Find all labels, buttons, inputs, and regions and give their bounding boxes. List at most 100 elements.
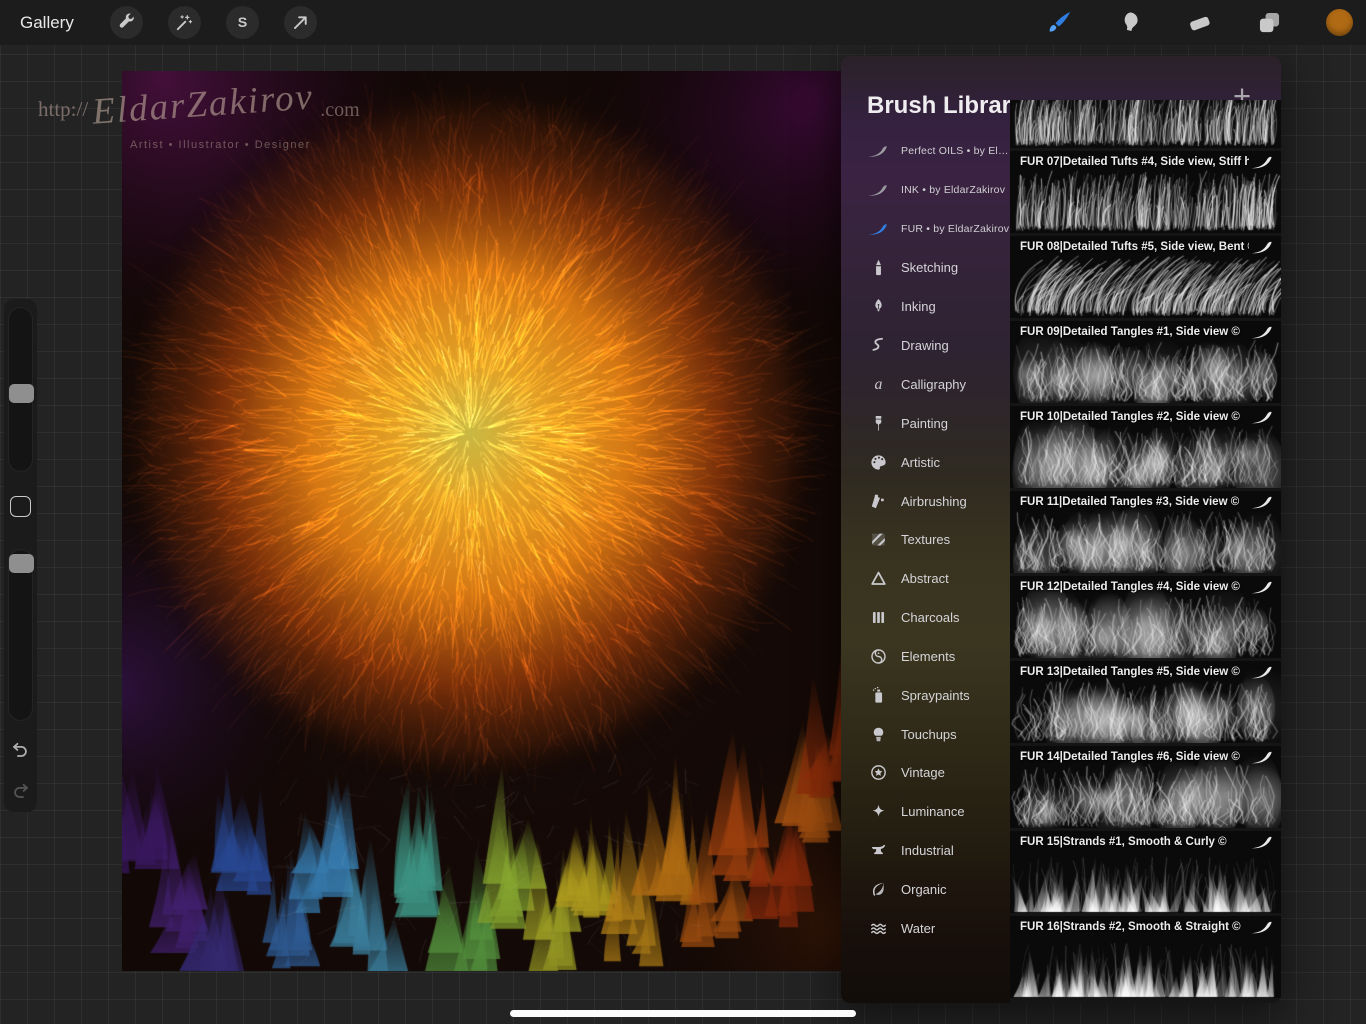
brush-set-label: INK • by EldarZakirov [901, 184, 1005, 196]
category-sketching[interactable]: Sketching [841, 249, 1010, 288]
drawing-canvas[interactable] [122, 71, 841, 971]
brush-item-fur-7[interactable]: FUR 07|Detailed Tufts #4, Side view, Sti… [1010, 151, 1281, 233]
category-textures[interactable]: Textures [841, 520, 1010, 559]
category-label: Textures [901, 532, 950, 547]
brush-item-fur-15[interactable]: FUR 15|Strands #1, Smooth & Curly © [1010, 831, 1281, 913]
category-label: Abstract [901, 571, 949, 586]
squiggle-icon [867, 336, 889, 355]
brush-item-fur-14[interactable]: FUR 14|Detailed Tangles #6, Side view © [1010, 746, 1281, 828]
brush-size-slider[interactable] [8, 307, 33, 472]
redo-button[interactable] [10, 780, 31, 801]
brush-item-fur-9[interactable]: FUR 09|Detailed Tangles #1, Side view © [1010, 321, 1281, 403]
category-spraypaints[interactable]: Spraypaints [841, 676, 1010, 715]
category-industrial[interactable]: Industrial [841, 831, 1010, 870]
brush-stroke-icon [1250, 665, 1274, 680]
category-elements[interactable]: Elements [841, 637, 1010, 676]
brush-name: FUR 10|Detailed Tangles #2, Side view © [1020, 411, 1249, 423]
letter-a-icon: a [867, 375, 889, 394]
category-touchups[interactable]: Touchups [841, 715, 1010, 754]
category-water[interactable]: Water [841, 909, 1010, 948]
brush-opacity-handle[interactable] [9, 554, 34, 573]
toolbar-right-tools [1046, 9, 1284, 37]
category-inking[interactable]: Inking [841, 287, 1010, 326]
transform-button[interactable] [284, 6, 317, 39]
category-drawing[interactable]: Drawing [841, 326, 1010, 365]
brush-item-fur-10[interactable]: FUR 10|Detailed Tangles #2, Side view © [1010, 406, 1281, 488]
brush-item-fur-16[interactable]: FUR 16|Strands #2, Smooth & Straight © [1010, 916, 1281, 998]
category-calligraphy[interactable]: aCalligraphy [841, 365, 1010, 404]
category-label: Charcoals [901, 610, 960, 625]
brush-size-handle[interactable] [9, 384, 34, 403]
active-color-swatch[interactable] [1326, 9, 1353, 36]
brush-stroke-icon [1250, 750, 1274, 765]
category-label: Industrial [901, 843, 954, 858]
brush-name: FUR 16|Strands #2, Smooth & Straight © [1020, 921, 1249, 933]
erase-button[interactable] [1186, 9, 1214, 37]
paint-brush-icon [1046, 9, 1074, 37]
category-charcoals[interactable]: Charcoals [841, 598, 1010, 637]
brush-name: FUR 08|Detailed Tufts #5, Side view, Ben… [1020, 241, 1249, 253]
category-painting[interactable]: Painting [841, 404, 1010, 443]
category-organic[interactable]: Organic [841, 870, 1010, 909]
brush-set-label: Perfect OILS • by Eld… [901, 145, 1010, 157]
brush-item-partial[interactable] [1010, 100, 1281, 148]
pencil-icon [867, 258, 889, 277]
toolbar-right-group [1046, 0, 1366, 45]
brush-set-label: FUR • by EldarZakirov [901, 223, 1009, 235]
brush-item-fur-11[interactable]: FUR 11|Detailed Tangles #3, Side view © [1010, 491, 1281, 573]
brush-name: FUR 13|Detailed Tangles #5, Side view © [1020, 666, 1249, 678]
brush-name: FUR 12|Detailed Tangles #4, Side view © [1020, 581, 1249, 593]
leaf-icon [867, 880, 889, 899]
brush-name: FUR 15|Strands #1, Smooth & Curly © [1020, 836, 1249, 848]
brush-set-fur[interactable]: FUR • by EldarZakirov [841, 210, 1010, 249]
layers-button[interactable] [1256, 9, 1284, 37]
palette-icon [867, 453, 889, 472]
undo-button[interactable] [10, 739, 31, 760]
cosmetic-brush-icon [867, 725, 889, 744]
side-toolbar [4, 299, 37, 812]
triangle-icon [867, 569, 889, 588]
home-indicator[interactable] [510, 1010, 856, 1017]
brush-item-fur-12[interactable]: FUR 12|Detailed Tangles #4, Side view © [1010, 576, 1281, 658]
brush-stroke-icon [1250, 325, 1274, 340]
bars-icon [867, 608, 889, 627]
brush-stroke-icon [867, 222, 889, 237]
yin-circle-icon [867, 647, 889, 666]
brush-set-ink[interactable]: INK • by EldarZakirov [841, 171, 1010, 210]
brush-name: FUR 09|Detailed Tangles #1, Side view © [1020, 326, 1249, 338]
brush-item-fur-13[interactable]: FUR 13|Detailed Tangles #5, Side view © [1010, 661, 1281, 743]
brush-name: FUR 11|Detailed Tangles #3, Side view © [1020, 496, 1249, 508]
smudge-button[interactable] [1116, 9, 1144, 37]
category-artistic[interactable]: Artistic [841, 443, 1010, 482]
category-vintage[interactable]: Vintage [841, 754, 1010, 793]
category-luminance[interactable]: Luminance [841, 792, 1010, 831]
adjustments-button[interactable] [168, 6, 201, 39]
brush-stroke-icon [867, 183, 889, 198]
category-airbrushing[interactable]: Airbrushing [841, 482, 1010, 521]
toolbar-left-tools: S [110, 6, 342, 39]
wrench-icon [117, 13, 136, 32]
flat-brush-icon [867, 414, 889, 433]
brush-set-perfect-oils[interactable]: Perfect OILS • by Eld… [841, 132, 1010, 171]
star-circle-icon [867, 763, 889, 782]
category-label: Inking [901, 299, 936, 314]
brush-stroke-icon [1250, 410, 1274, 425]
category-abstract[interactable]: Abstract [841, 559, 1010, 598]
brush-list: FUR 07|Detailed Tufts #4, Side view, Sti… [1010, 100, 1281, 1003]
brush-name: FUR 14|Detailed Tangles #6, Side view © [1020, 751, 1249, 763]
brush-library-panel: Brush Library + Perfect OILS • by Eld…IN… [841, 56, 1281, 1003]
selection-button[interactable]: S [226, 6, 259, 39]
paint-button[interactable] [1046, 9, 1074, 37]
waves-icon [867, 919, 889, 938]
spray-can-icon [867, 686, 889, 705]
magic-wand-icon [175, 13, 194, 32]
eraser-icon [1186, 9, 1214, 37]
top-toolbar: Gallery S [0, 0, 1366, 45]
gallery-button[interactable]: Gallery [20, 13, 74, 33]
actions-button[interactable] [110, 6, 143, 39]
modify-button[interactable] [10, 496, 31, 517]
svg-text:S: S [238, 15, 248, 31]
brush-opacity-slider[interactable] [8, 549, 33, 721]
watermark-url-prefix: http:// [38, 97, 88, 122]
brush-item-fur-8[interactable]: FUR 08|Detailed Tufts #5, Side view, Ben… [1010, 236, 1281, 318]
